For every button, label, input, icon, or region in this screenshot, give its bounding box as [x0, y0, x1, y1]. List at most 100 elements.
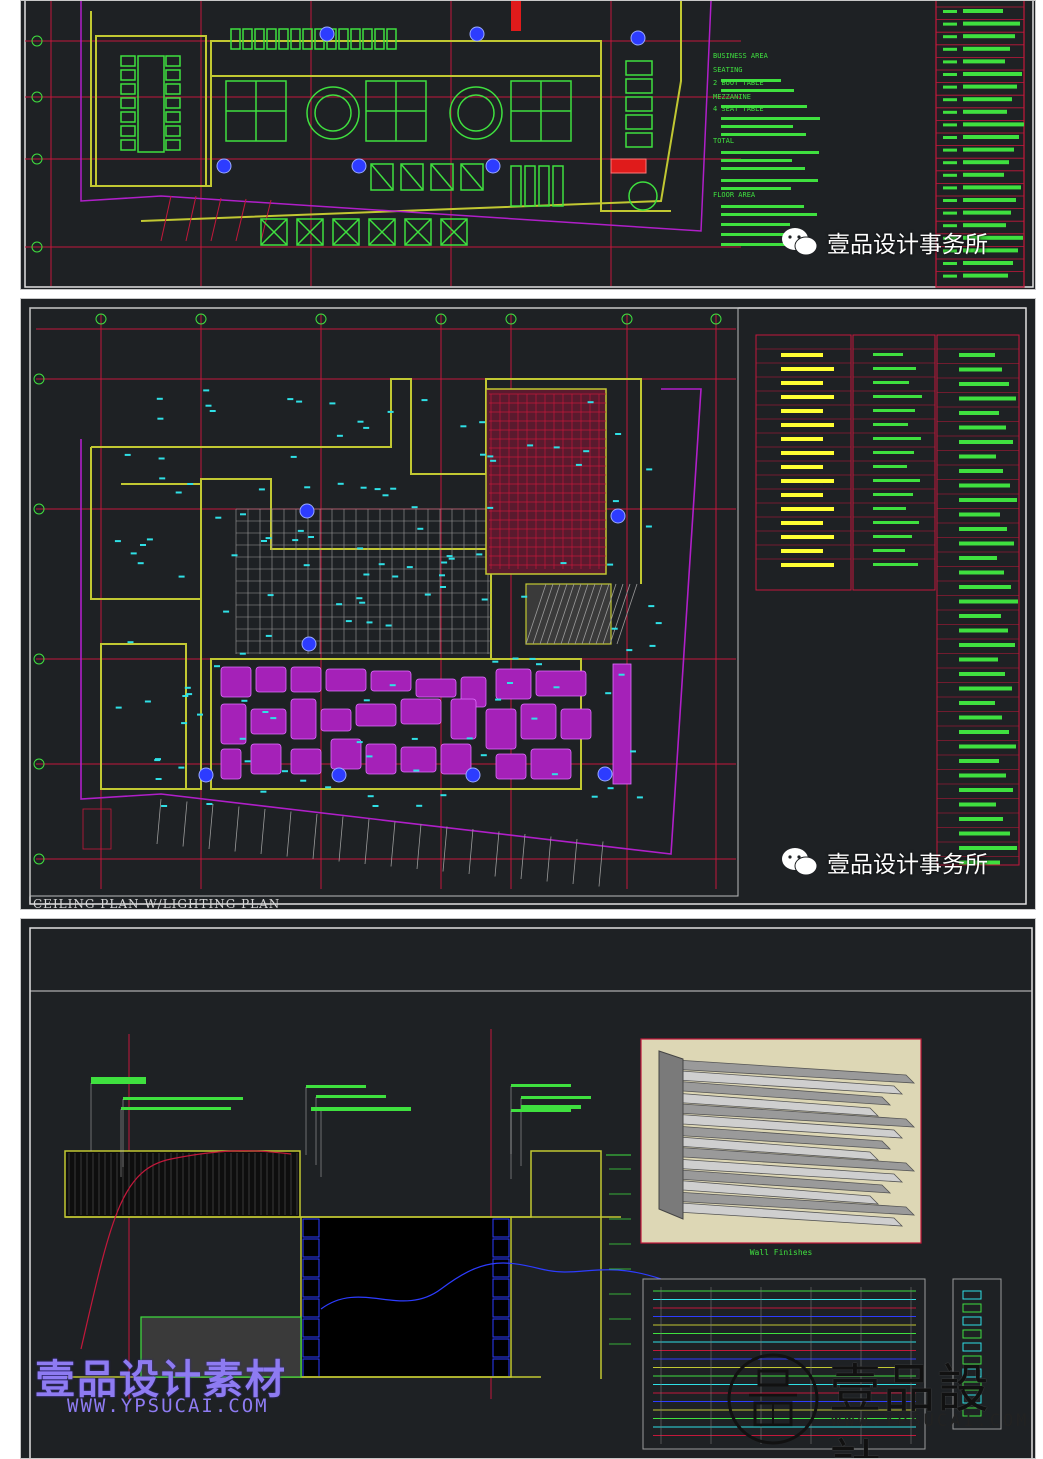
light-fixture — [161, 805, 168, 807]
annotation-text — [511, 1084, 571, 1087]
light-fixture — [583, 450, 590, 453]
light-fixture — [648, 605, 655, 608]
legend-text-line — [781, 535, 834, 539]
ceiling-panel — [365, 743, 397, 775]
legend-swatch — [943, 98, 957, 102]
light-fixture — [560, 562, 567, 565]
light-fixture — [308, 536, 314, 538]
legend-text-line — [873, 479, 920, 482]
light-fixture — [553, 446, 560, 449]
light-fixture — [512, 657, 519, 660]
light-fixture — [297, 529, 304, 532]
chair — [165, 69, 181, 81]
column-marker-icon — [597, 766, 613, 782]
light-fixture — [186, 693, 193, 696]
legend-text-line — [959, 512, 1000, 517]
notes-line — [721, 105, 807, 108]
light-fixture — [124, 453, 131, 456]
parking-stall-line — [390, 821, 396, 867]
light-fixture — [612, 500, 619, 503]
column-marker-icon — [351, 158, 367, 174]
parking-stall-line — [234, 806, 240, 852]
parking-stall-line — [338, 816, 344, 862]
ceiling-panel — [325, 668, 367, 692]
light-fixture — [270, 717, 277, 720]
wechat-icon — [781, 226, 819, 258]
legend-text-line — [781, 507, 834, 511]
notes-line: FLOOR AREA — [713, 191, 756, 199]
render-caption: Wall Finishes — [750, 1248, 813, 1257]
booth-seat — [538, 165, 550, 207]
light-fixture — [492, 660, 499, 663]
light-fixture — [591, 795, 598, 798]
notes-line — [721, 125, 793, 128]
light-fixture — [329, 402, 336, 405]
legend-text-line — [963, 172, 1004, 177]
legend-text-line — [959, 730, 1009, 734]
light-fixture — [487, 455, 494, 458]
floor-plan-panel: BUSINESS AREA SEATING 2 BOOT TABLE MEZZA… — [20, 0, 1036, 290]
legend-text-line — [963, 122, 1024, 127]
ceiling-panel — [255, 666, 287, 693]
ceiling-panel — [290, 698, 317, 740]
light-fixture — [258, 488, 265, 491]
legend-text-line — [959, 701, 995, 705]
stone-slab — [658, 1050, 684, 1220]
ceiling-panel — [290, 666, 322, 693]
light-fixture — [303, 564, 310, 567]
legend-swatch — [943, 22, 957, 26]
ceiling-panel — [250, 743, 282, 775]
legend-text-line — [959, 773, 1006, 778]
legend-text-line — [873, 353, 903, 356]
light-fixture — [241, 699, 248, 702]
legend-text-line — [959, 657, 998, 662]
legend-text-line — [959, 440, 1013, 444]
legend-text-line — [963, 59, 1005, 64]
light-fixture — [385, 624, 392, 627]
legend-text-line — [959, 469, 1003, 473]
light-fixture — [626, 649, 633, 652]
legend-text-line — [959, 614, 1001, 618]
light-fixture — [636, 796, 643, 799]
ceiling-panel — [290, 748, 322, 775]
legend-text-line — [959, 541, 1014, 546]
legend-swatch — [943, 136, 957, 139]
legend-text-line — [781, 451, 834, 455]
light-fixture — [411, 506, 418, 509]
light-fixture — [575, 463, 582, 466]
annotation-text — [91, 1077, 146, 1083]
legend-text-line — [963, 135, 1019, 139]
legend-text-line — [781, 437, 823, 441]
ceiling-panel — [440, 743, 472, 775]
light-fixture — [304, 486, 311, 489]
legend-text-line — [781, 479, 834, 483]
legend-text-line — [963, 9, 1003, 13]
light-fixture — [290, 455, 297, 458]
light-fixture — [416, 804, 423, 807]
chair — [165, 139, 181, 151]
legend-text-line — [873, 381, 909, 384]
legend-text-line — [959, 527, 1007, 531]
legend-text-line — [959, 483, 1010, 488]
light-fixture — [387, 410, 394, 413]
light-fixture — [115, 706, 122, 709]
light-fixture — [645, 525, 652, 528]
light-fixture — [363, 699, 370, 702]
ceiling-panel — [330, 738, 362, 770]
legend-text-line — [963, 261, 1013, 265]
light-fixture — [507, 682, 513, 684]
legend-text-line — [781, 367, 834, 371]
light-fixture — [159, 477, 166, 480]
parking-stall-line — [520, 833, 526, 880]
parking-stall-line — [442, 826, 448, 872]
light-fixture — [611, 627, 618, 630]
legend-text-line — [873, 535, 912, 538]
ceiling-plan-panel: CEILING PLAN W/LIGHTING PLAN 壹品设计事务所 — [20, 298, 1036, 910]
legend-text-line — [873, 451, 914, 454]
legend-text-line — [959, 585, 1011, 589]
column-marker-icon — [301, 636, 317, 652]
legend-text-line — [959, 411, 999, 415]
parking-stall-line — [182, 801, 188, 847]
legend-text-line — [959, 831, 1010, 836]
light-fixture — [140, 544, 146, 546]
